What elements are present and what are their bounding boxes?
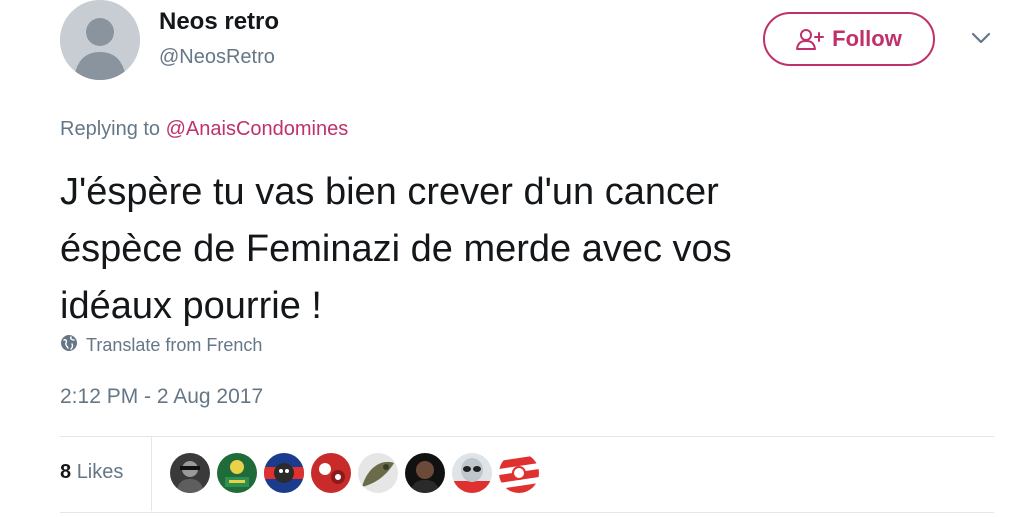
- liker-avatar-8[interactable]: [499, 453, 539, 493]
- chevron-down-icon[interactable]: [970, 30, 992, 46]
- replying-to-prefix: Replying to: [60, 118, 161, 140]
- globe-icon: [60, 334, 78, 357]
- author-display-name[interactable]: Neos retro: [159, 8, 279, 36]
- liker-avatar-5[interactable]: [358, 453, 398, 493]
- replying-to: Replying to @AnaisCondomines: [60, 118, 348, 141]
- divider: [60, 512, 994, 513]
- translate-link[interactable]: Translate from French: [60, 334, 262, 357]
- liker-avatar-6[interactable]: [405, 453, 445, 493]
- liker-avatar-4[interactable]: [311, 453, 351, 493]
- likes-count[interactable]: 8 Likes: [60, 461, 123, 484]
- add-user-icon: [796, 27, 825, 51]
- translate-label: Translate from French: [86, 335, 263, 355]
- follow-button-label: Follow: [832, 26, 902, 51]
- author-avatar[interactable]: [60, 0, 140, 80]
- tweet-text: J'éspère tu vas bien crever d'un cancer …: [60, 164, 940, 335]
- likers-list: [170, 453, 539, 493]
- tweet-text-line: idéaux pourrie !: [60, 285, 322, 327]
- reply-mention-link[interactable]: @AnaisCondomines: [166, 118, 349, 140]
- vertical-divider: [151, 437, 152, 511]
- follow-button[interactable]: Follow: [763, 12, 935, 66]
- divider: [60, 436, 994, 437]
- tweet-timestamp[interactable]: 2:12 PM - 2 Aug 2017: [60, 385, 263, 409]
- default-avatar-icon: [60, 0, 140, 80]
- author-handle[interactable]: @NeosRetro: [159, 46, 275, 69]
- likes-number: 8: [60, 461, 72, 483]
- tweet-text-line: éspèce de Feminazi de merde avec vos: [60, 228, 732, 270]
- likes-label: Likes: [76, 461, 124, 483]
- liker-avatar-1[interactable]: [170, 453, 210, 493]
- liker-avatar-7[interactable]: [452, 453, 492, 493]
- tweet-text-line: J'éspère tu vas bien crever d'un cancer: [60, 171, 719, 213]
- liker-avatar-2[interactable]: [217, 453, 257, 493]
- liker-avatar-3[interactable]: [264, 453, 304, 493]
